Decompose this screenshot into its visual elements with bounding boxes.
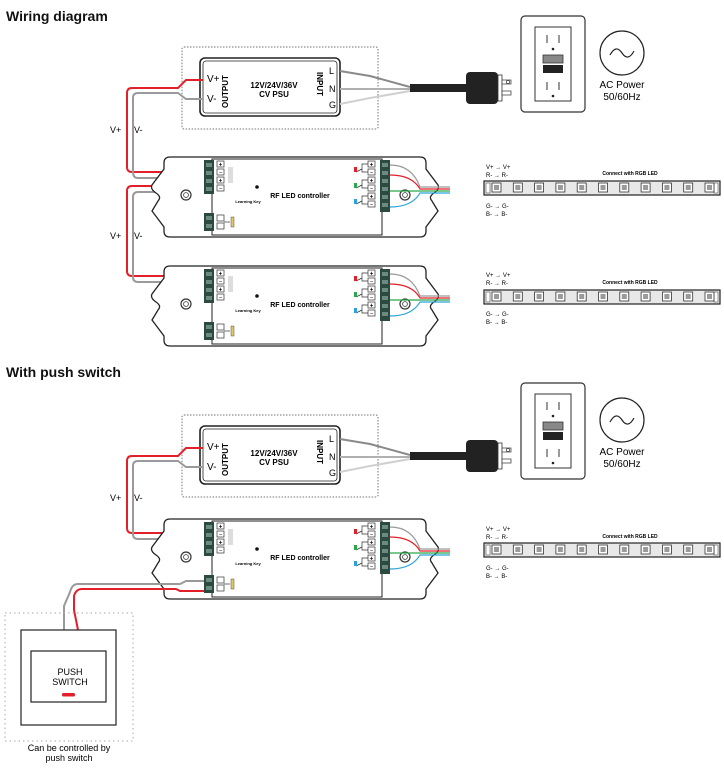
led-chip-core [579,185,585,190]
controller-3-title: RF LED controller [270,555,330,562]
led-chip-core [685,185,691,190]
controller-3-learning-key: Learning Key [235,561,261,566]
led-chip-core [579,547,585,552]
plug-bottom [465,439,512,473]
psu-top-title-2: CV PSU [259,90,289,99]
controller-1-title: RF LED controller [270,193,330,200]
psu-bottom-input-label: INPUT [315,440,324,464]
strip-2-title: Connect with RGB LED [602,280,658,286]
led-chip-core [515,294,521,299]
strip-2-map-r: R- → R- [486,281,508,287]
led-chip-core [664,294,670,299]
led-chip-core [621,185,627,190]
bus-label-vplus-2: V+ [110,231,121,241]
bus-label-vminus-3: V- [134,493,143,503]
ac-freq-label-bottom: 50/60Hz [603,459,640,470]
led-chip-core [600,185,606,190]
led-chip-core [600,547,606,552]
ac-power-icon-bottom [599,397,645,443]
psu-bottom-in-l: L [329,434,334,444]
strip-1-map-b: B- → B- [486,212,507,218]
wall-outlet-bottom [520,382,586,480]
controller-1-learning-key: Learning Key [235,199,261,204]
led-chip-core [707,185,712,190]
bus-label-vminus-2: V- [134,231,143,241]
led-chip-core [579,294,585,299]
led-chip-core [707,294,712,299]
psu-bottom-in-g: G [329,468,336,478]
led-chip-core [515,547,521,552]
led-chip-core [664,547,670,552]
led-chip-core [494,547,499,552]
led-chip-core [536,294,542,299]
led-chip-core [685,547,691,552]
psu-top-title-1: 12V/24V/36V [250,81,298,90]
led-chip-core [494,185,499,190]
led-chip-core [600,294,606,299]
push-switch-caption-2: push switch [45,753,92,763]
push-switch-caption-1: Can be controlled by [28,743,111,753]
led-chip-core [643,185,649,190]
ac-freq-label-top: 50/60Hz [603,92,640,103]
led-chip-core [643,294,649,299]
push-switch-indicator-icon [62,693,75,697]
led-chip-core [515,185,521,190]
bus-label-vplus-3: V+ [110,493,121,503]
led-chip-core [494,294,499,299]
psu-bottom-vplus: V+ [207,442,220,453]
led-chip-core [536,185,542,190]
strip-2-map-g: G- → G- [486,312,509,318]
led-chip-core [557,294,563,299]
psu-bottom-title-1: 12V/24V/36V [250,449,298,458]
led-chip-core [621,547,627,552]
led-strip-2 [483,289,721,305]
led-strip-3 [483,542,721,558]
strip-3-map-vplus: V+ → V+ [486,527,511,533]
strip-1-title: Connect with RGB LED [602,171,658,177]
ac-power-label-top: AC Power [599,80,645,91]
psu-top-output-label: OUTPUT [221,75,230,108]
psu-bottom-in-n: N [329,452,336,462]
led-chip-core [685,294,691,299]
psu-bottom-title-2: CV PSU [259,458,289,467]
strip-3-map-b: B- → B- [486,574,507,580]
psu-bottom-output-label: OUTPUT [221,443,230,476]
wiring-diagram-canvas: + − + − + + + − − − V+ V- OUTPUT INPUT 1… [4,15,721,763]
strip-3-title: Connect with RGB LED [602,534,658,540]
led-chip-core [664,185,670,190]
wall-outlet-top [520,15,586,113]
strip-3-map-g: G- → G- [486,566,509,572]
strip-1-map-g: G- → G- [486,204,509,210]
led-strip-1 [483,180,721,196]
psu-top-in-n: N [329,84,336,94]
bus-label-vplus-1: V+ [110,125,121,135]
plug-top [465,71,512,105]
strip-2-map-vplus: V+ → V+ [486,273,511,279]
led-chip-core [536,547,542,552]
strip-1-map-vplus: V+ → V+ [486,165,511,171]
ac-power-label-bottom: AC Power [599,447,645,458]
push-switch-label-1: PUSH [57,667,82,677]
strip-1-map-r: R- → R- [486,173,508,179]
ac-power-icon-top [599,30,645,76]
psu-top-in-g: G [329,100,336,110]
psu-top-in-l: L [329,66,334,76]
psu-top-input-label: INPUT [315,72,324,96]
psu-top-vminus: V- [207,94,216,105]
push-switch-label-2: SWITCH [52,677,88,687]
led-chip-core [707,547,712,552]
controller-2-title: RF LED controller [270,302,330,309]
led-chip-core [621,294,627,299]
psu-bottom-vminus: V- [207,462,216,473]
led-chip-core [557,185,563,190]
psu-top-vplus: V+ [207,74,220,85]
controller-2-learning-key: Learning Key [235,308,261,313]
bus-label-vminus-1: V- [134,125,143,135]
strip-3-map-r: R- → R- [486,535,508,541]
led-chip-core [643,547,649,552]
strip-2-map-b: B- → B- [486,320,507,326]
led-chip-core [557,547,563,552]
